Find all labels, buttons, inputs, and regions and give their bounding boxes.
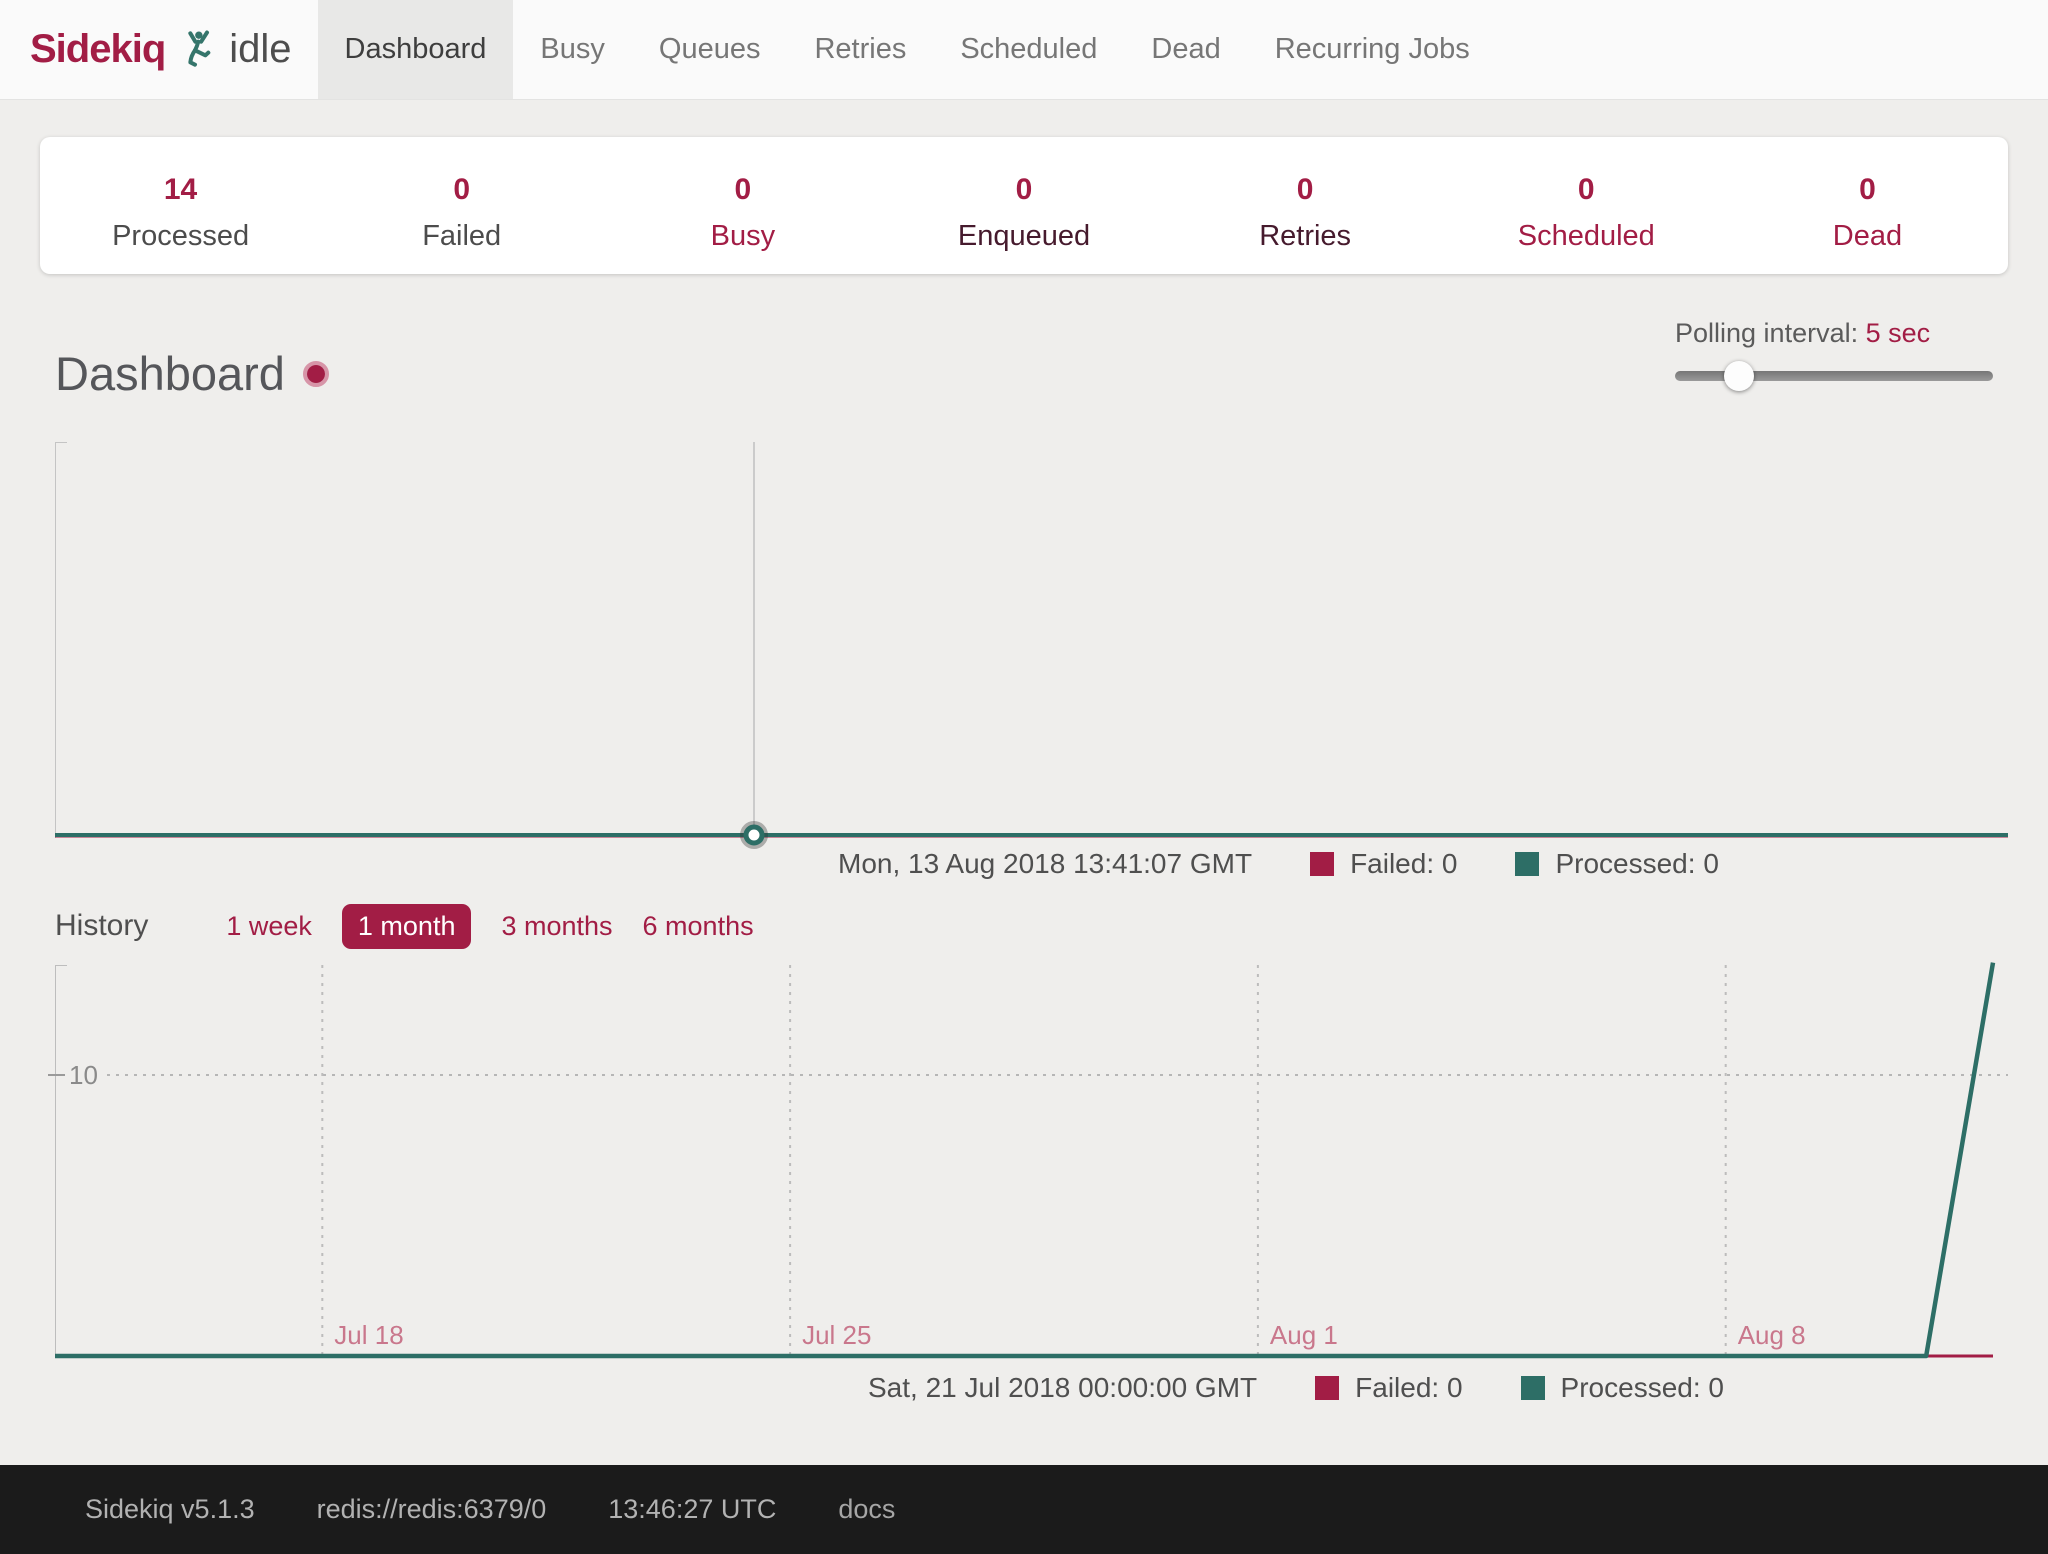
tab-recurring-jobs[interactable]: Recurring Jobs [1248, 0, 1497, 99]
tooltip-timestamp: Sat, 21 Jul 2018 00:00:00 GMT [868, 1372, 1257, 1404]
range-3-months[interactable]: 3 months [501, 911, 612, 942]
tab-retries[interactable]: Retries [787, 0, 933, 99]
history-chart-legend: Sat, 21 Jul 2018 00:00:00 GMT Failed: 0 … [868, 1372, 1724, 1404]
history-header: History 1 week 1 month 3 months 6 months [55, 903, 754, 949]
tab-queues[interactable]: Queues [632, 0, 788, 99]
stat-value: 0 [1165, 173, 1446, 207]
stat-label[interactable]: Busy [602, 220, 883, 253]
stat-value: 0 [1446, 173, 1727, 207]
footer-redis-url: redis://redis:6379/0 [317, 1494, 547, 1525]
stat-value: 0 [602, 173, 883, 207]
polling-label-text: Polling interval: [1675, 318, 1858, 348]
top-nav: Sidekiq idle DashboardBusyQueuesRetriesS… [0, 0, 2048, 100]
history-title: History [55, 909, 148, 943]
processed-series-line [55, 963, 1993, 1356]
stat-value: 0 [883, 173, 1164, 207]
sidekiq-dashboard-page: Sidekiq idle DashboardBusyQueuesRetriesS… [0, 0, 2048, 1554]
range-1-month[interactable]: 1 month [342, 904, 472, 949]
stat-busy[interactable]: 0 Busy [602, 137, 883, 274]
tab-dead[interactable]: Dead [1124, 0, 1247, 99]
x-tick-label: Jul 18 [334, 1320, 403, 1350]
polling-control: Polling interval: 5 sec [1675, 318, 2005, 381]
processed-legend-label: Processed: 0 [1561, 1372, 1724, 1404]
stat-enqueued[interactable]: 0 Enqueued [883, 137, 1164, 274]
summary-bar: 14Processed0Failed0Busy0Enqueued0Retries… [40, 137, 2008, 274]
stat-retries[interactable]: 0 Retries [1165, 137, 1446, 274]
polling-interval-slider[interactable] [1675, 371, 1993, 381]
page-title-text: Dashboard [55, 346, 285, 401]
stat-label[interactable]: Enqueued [883, 220, 1164, 253]
polling-value: 5 sec [1866, 318, 1931, 348]
tooltip-timestamp: Mon, 13 Aug 2018 13:41:07 GMT [838, 848, 1252, 880]
worker-status: idle [229, 27, 291, 72]
stat-label[interactable]: Scheduled [1446, 220, 1727, 253]
page-title: Dashboard [55, 346, 329, 401]
stat-scheduled[interactable]: 0 Scheduled [1446, 137, 1727, 274]
brand[interactable]: Sidekiq idle [0, 0, 318, 99]
x-tick-label: Aug 1 [1270, 1320, 1338, 1350]
history-chart[interactable]: 10 Jul 18 Jul 25 Aug 1 Aug 8 [55, 965, 2008, 1358]
realtime-chart[interactable] [55, 442, 2008, 838]
tab-scheduled[interactable]: Scheduled [933, 0, 1124, 99]
docs-link[interactable]: docs [838, 1494, 895, 1525]
nav-tabs: DashboardBusyQueuesRetriesScheduledDeadR… [318, 0, 1497, 99]
tab-dashboard[interactable]: Dashboard [318, 0, 514, 99]
hover-marker [746, 827, 762, 843]
failed-legend-swatch [1315, 1376, 1339, 1400]
stat-label: Processed [40, 220, 321, 253]
live-poll-beacon[interactable] [303, 361, 329, 387]
stat-label: Failed [321, 220, 602, 253]
stat-processed: 14 Processed [40, 137, 321, 274]
processed-legend-swatch [1521, 1376, 1545, 1400]
history-range-buttons: 1 week 1 month 3 months 6 months [226, 904, 753, 949]
footer-clock: 13:46:27 UTC [608, 1494, 776, 1525]
stat-value: 0 [321, 173, 602, 207]
stat-value: 14 [40, 173, 321, 207]
processed-legend-label: Processed: 0 [1555, 848, 1718, 880]
brand-name[interactable]: Sidekiq [30, 27, 165, 72]
y-tick-label: 10 [69, 1060, 98, 1090]
stat-dead[interactable]: 0 Dead [1727, 137, 2008, 274]
stat-value: 0 [1727, 173, 2008, 207]
slider-thumb[interactable] [1724, 361, 1754, 391]
x-tick-label: Jul 25 [802, 1320, 871, 1350]
footer-version: Sidekiq v5.1.3 [85, 1494, 255, 1525]
sidekiq-logo-icon [177, 29, 217, 71]
stat-failed: 0 Failed [321, 137, 602, 274]
tab-busy[interactable]: Busy [513, 0, 631, 99]
range-1-week[interactable]: 1 week [226, 911, 312, 942]
stat-label[interactable]: Retries [1165, 220, 1446, 253]
range-6-months[interactable]: 6 months [643, 911, 754, 942]
stat-label[interactable]: Dead [1727, 220, 2008, 253]
processed-legend-swatch [1515, 852, 1539, 876]
polling-interval-label: Polling interval: 5 sec [1675, 318, 2005, 349]
realtime-chart-legend: Mon, 13 Aug 2018 13:41:07 GMT Failed: 0 … [838, 848, 1719, 880]
x-tick-label: Aug 8 [1738, 1320, 1806, 1350]
footer: Sidekiq v5.1.3 redis://redis:6379/0 13:4… [0, 1465, 2048, 1554]
failed-legend-swatch [1310, 852, 1334, 876]
failed-legend-label: Failed: 0 [1350, 848, 1457, 880]
failed-legend-label: Failed: 0 [1355, 1372, 1462, 1404]
